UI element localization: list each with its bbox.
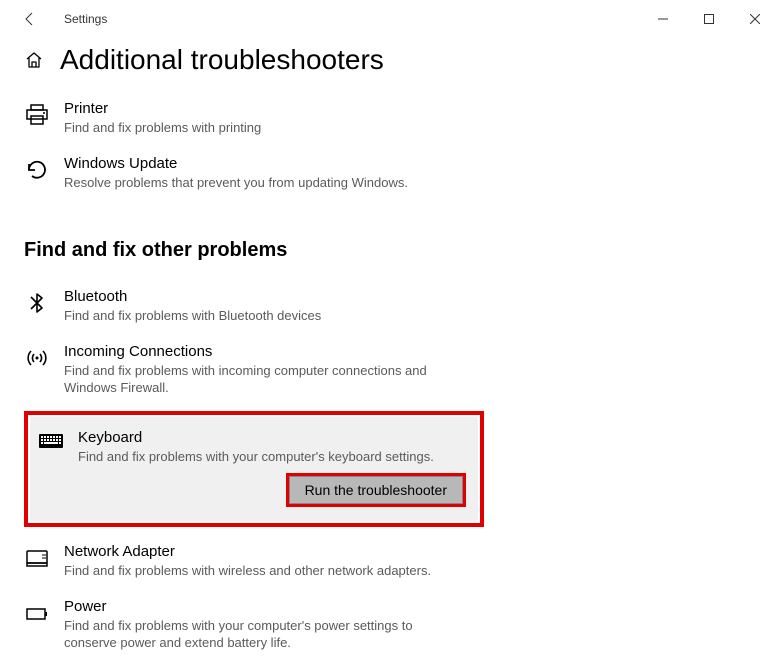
troubleshooter-keyboard[interactable]: Keyboard Find and fix problems with your… [38, 425, 470, 474]
back-button[interactable] [14, 11, 46, 27]
item-desc: Find and fix problems with wireless and … [64, 562, 431, 580]
home-icon[interactable] [24, 50, 44, 70]
item-desc: Find and fix problems with your computer… [64, 617, 444, 652]
item-desc: Find and fix problems with printing [64, 119, 261, 137]
network-adapter-icon [24, 543, 64, 571]
battery-icon [24, 598, 64, 626]
item-title: Bluetooth [64, 288, 321, 305]
page-title: Additional troubleshooters [60, 44, 384, 76]
minimize-button[interactable] [640, 4, 686, 34]
troubleshooter-printer[interactable]: Printer Find and fix problems with print… [24, 90, 474, 145]
item-title: Printer [64, 100, 261, 117]
item-desc: Find and fix problems with your computer… [78, 448, 434, 466]
run-troubleshooter-button[interactable]: Run the troubleshooter [286, 473, 466, 507]
maximize-button[interactable] [686, 4, 732, 34]
item-title: Power [64, 598, 444, 615]
troubleshooter-network-adapter[interactable]: Network Adapter Find and fix problems wi… [24, 533, 474, 588]
update-icon [24, 155, 64, 183]
section-heading: Find and fix other problems [24, 239, 778, 262]
keyboard-icon [38, 429, 78, 451]
troubleshooter-power[interactable]: Power Find and fix problems with your co… [24, 588, 474, 660]
troubleshooter-windows-update[interactable]: Windows Update Resolve problems that pre… [24, 145, 474, 200]
printer-icon [24, 100, 64, 128]
item-desc: Find and fix problems with Bluetooth dev… [64, 307, 321, 325]
item-desc: Find and fix problems with incoming comp… [64, 362, 444, 397]
selected-troubleshooter-highlight: Keyboard Find and fix problems with your… [24, 411, 484, 528]
bluetooth-icon [24, 288, 64, 316]
item-title: Keyboard [78, 429, 434, 446]
window-title: Settings [64, 12, 107, 26]
troubleshooter-bluetooth[interactable]: Bluetooth Find and fix problems with Blu… [24, 278, 474, 333]
item-desc: Resolve problems that prevent you from u… [64, 174, 408, 192]
titlebar: Settings [0, 0, 778, 38]
signal-icon [24, 343, 64, 371]
item-title: Network Adapter [64, 543, 431, 560]
item-title: Incoming Connections [64, 343, 444, 360]
troubleshooter-incoming-connections[interactable]: Incoming Connections Find and fix proble… [24, 333, 474, 405]
item-title: Windows Update [64, 155, 408, 172]
close-button[interactable] [732, 4, 778, 34]
